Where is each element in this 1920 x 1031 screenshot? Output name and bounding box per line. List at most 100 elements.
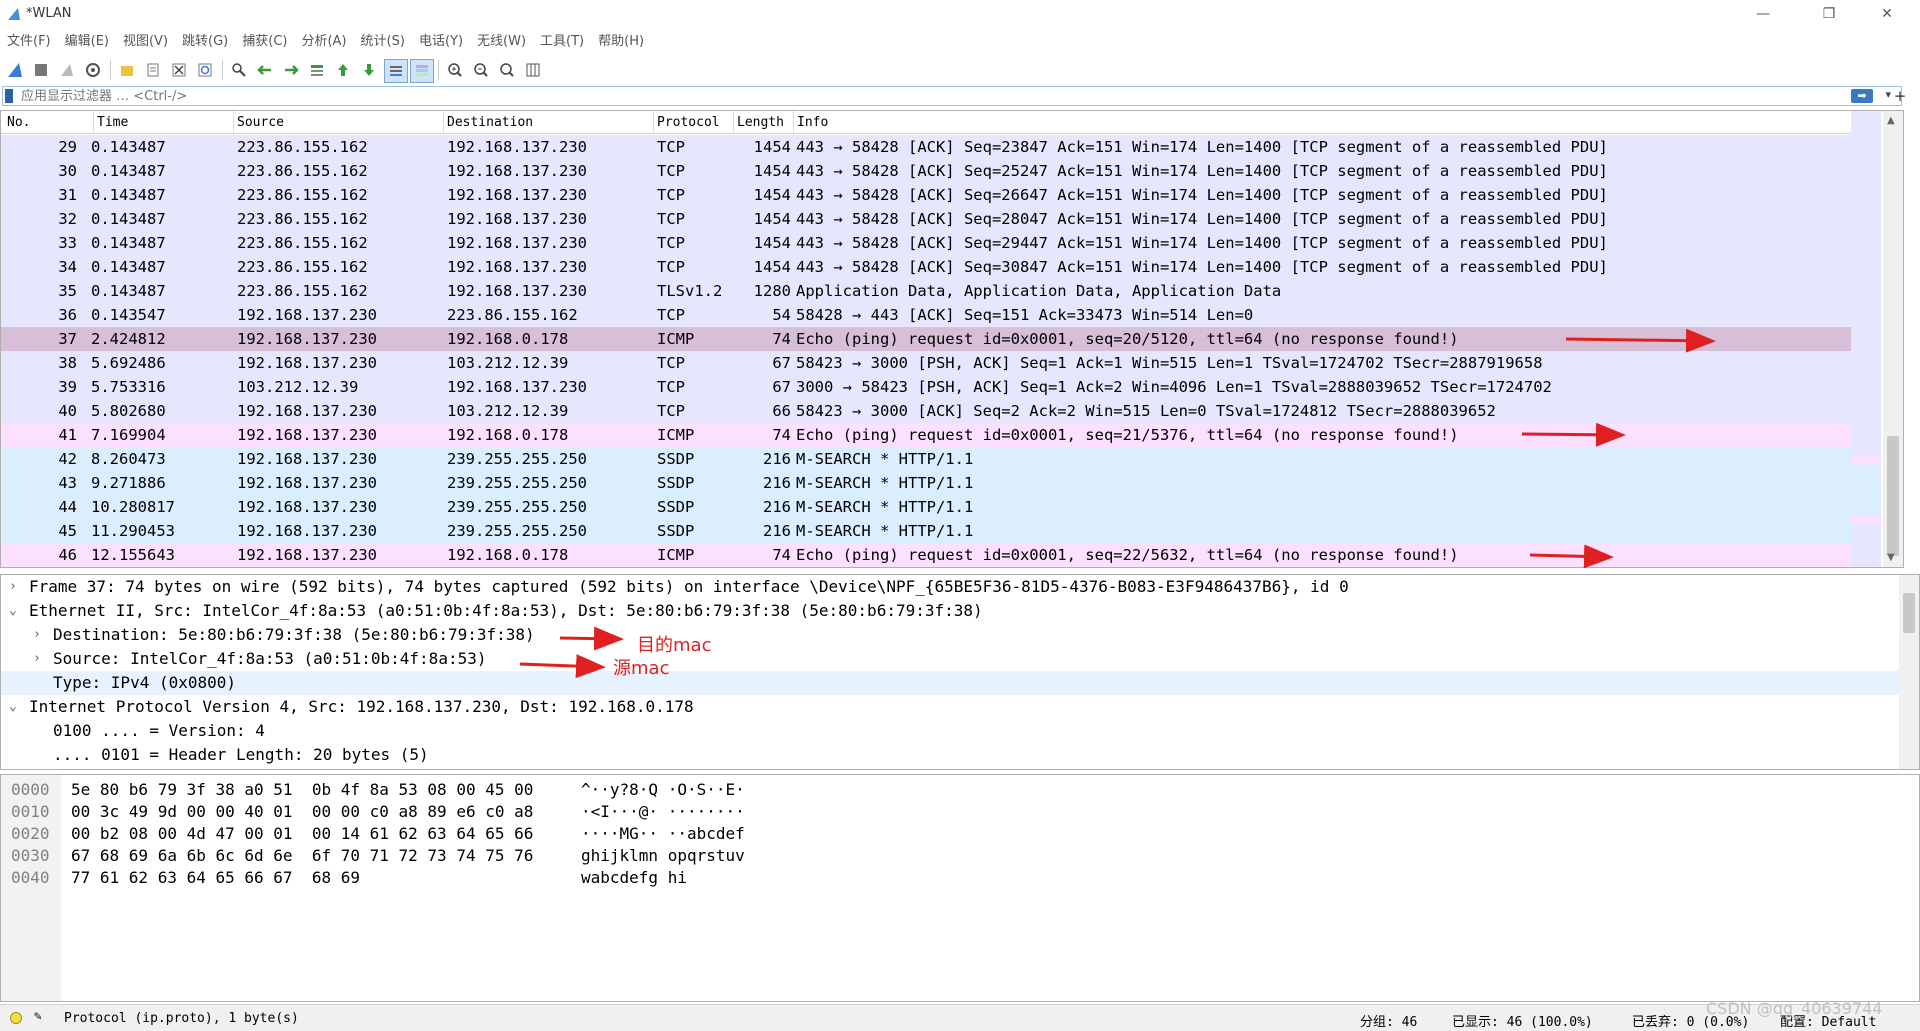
packet-row[interactable]: 41 7.169904 192.168.137.230 192.168.0.178 IC… (1, 423, 1871, 447)
packet-row[interactable]: 37 2.424812 192.168.137.230 192.168.0.178 IC… (1, 327, 1871, 351)
menu-capture[interactable]: 捕获(C) (235, 30, 294, 54)
scroll-up-icon[interactable]: ▲ (1887, 115, 1895, 126)
menu-wireless[interactable]: 无线(W) (470, 30, 533, 54)
column-header-destination[interactable]: Destination (447, 115, 533, 130)
add-filter-button-icon[interactable]: + (1890, 86, 1910, 106)
details-scroll-thumb[interactable] (1903, 593, 1915, 633)
packet-info: Application Data, Application Data, Appl… (796, 282, 1282, 300)
packet-row[interactable]: 29 0.143487 223.86.155.162 192.168.137.230 T… (1, 135, 1871, 159)
bytes-row[interactable]: 0010 00 3c 49 9d 00 00 40 01 00 00 c0 a8 … (1, 801, 1001, 823)
display-filter-bar: ➡ ▾ (2, 86, 1902, 106)
detail-row[interactable]: ⌄ Ethernet II, Src: IntelCor_4f:8a:53 (a0… (1, 599, 1901, 623)
open-file-icon[interactable] (116, 59, 138, 81)
zoom-out-icon[interactable] (470, 59, 492, 81)
bytes-row[interactable]: 0000 5e 80 b6 79 3f 38 a0 51 0b 4f 8a 53 … (1, 779, 1001, 801)
column-header-no[interactable]: No. (7, 115, 30, 130)
column-header-protocol[interactable]: Protocol (657, 115, 720, 130)
packet-row[interactable]: 40 5.802680 192.168.137.230 103.212.12.39 TC… (1, 399, 1871, 423)
menu-edit[interactable]: 编辑(E) (58, 30, 116, 54)
collapsed-icon[interactable]: › (33, 623, 41, 647)
packet-row[interactable]: 42 8.260473 192.168.137.230 239.255.255.250… (1, 447, 1871, 471)
packet-row[interactable]: 33 0.143487 223.86.155.162 192.168.137.230 T… (1, 231, 1871, 255)
close-icon[interactable]: ✕ (1864, 0, 1910, 28)
bytes-row[interactable]: 0030 67 68 69 6a 6b 6c 6d 6e 6f 70 71 72 … (1, 845, 1001, 867)
detail-row[interactable]: Type: IPv4 (0x0800) (1, 671, 1901, 695)
packet-row[interactable]: 35 0.143487 223.86.155.162 192.168.137.230 T… (1, 279, 1871, 303)
packet-row[interactable]: 43 9.271886 192.168.137.230 239.255.255.250… (1, 471, 1871, 495)
go-forward-icon[interactable] (280, 59, 302, 81)
scroll-down-icon[interactable]: ▼ (1887, 552, 1895, 563)
expanded-icon[interactable]: ⌄ (9, 599, 17, 623)
packet-time: 0.143487 (91, 162, 166, 180)
capture-options-icon[interactable] (82, 59, 104, 81)
detail-row[interactable]: › Destination: 5e:80:b6:79:3f:38 (5e:80:b… (1, 623, 1901, 647)
go-last-packet-icon[interactable] (358, 59, 380, 81)
packet-row[interactable]: 34 0.143487 223.86.155.162 192.168.137.230 T… (1, 255, 1871, 279)
column-header-source[interactable]: Source (237, 115, 284, 130)
bytes-row[interactable]: 0020 00 b2 08 00 4d 47 00 01 00 14 61 62 … (1, 823, 1001, 845)
column-header-info[interactable]: Info (797, 115, 828, 130)
restart-capture-icon[interactable] (56, 59, 78, 81)
packet-list-scrollbar[interactable]: ▲ ▼ (1883, 111, 1903, 567)
packet-row[interactable]: 38 5.692486 192.168.137.230 103.212.12.39 TC… (1, 351, 1871, 375)
collapsed-icon[interactable]: › (33, 647, 41, 671)
display-filter-input[interactable] (21, 87, 1821, 105)
packet-list-scroll-thumb[interactable] (1887, 436, 1899, 556)
menu-help[interactable]: 帮助(H) (591, 30, 651, 54)
find-packet-icon[interactable] (228, 59, 250, 81)
detail-row[interactable]: 0100 .... = Version: 4 (1, 719, 1901, 743)
expert-info-icon[interactable] (10, 1012, 22, 1024)
packet-row[interactable]: 46 12.155643 192.168.137.230 192.168.0.178 I… (1, 543, 1871, 567)
packet-protocol: TCP (657, 354, 685, 372)
packet-row[interactable]: 30 0.143487 223.86.155.162 192.168.137.230 T… (1, 159, 1871, 183)
zoom-normal-icon[interactable] (496, 59, 518, 81)
menu-file[interactable]: 文件(F) (0, 30, 58, 54)
menu-tools[interactable]: 工具(T) (533, 30, 591, 54)
detail-row[interactable]: › Frame 37: 74 bytes on wire (592 bits), … (1, 575, 1901, 599)
menu-go[interactable]: 跳转(G) (175, 30, 235, 54)
auto-scroll-icon[interactable] (384, 59, 408, 83)
bytes-row[interactable]: 0040 77 61 62 63 64 65 66 67 68 69 wabcdef… (1, 867, 1001, 889)
zoom-in-icon[interactable] (444, 59, 466, 81)
packet-minimap[interactable] (1851, 111, 1881, 567)
expanded-icon[interactable]: ⌄ (9, 695, 17, 719)
colorize-icon[interactable] (410, 59, 434, 83)
packet-no: 42 (58, 450, 77, 468)
go-back-icon[interactable] (254, 59, 276, 81)
packet-row[interactable]: 45 11.290453 192.168.137.230 239.255.255.25… (1, 519, 1871, 543)
details-scrollbar[interactable] (1899, 575, 1919, 769)
go-to-packet-icon[interactable] (306, 59, 328, 81)
stop-capture-icon[interactable] (30, 59, 52, 81)
resize-columns-icon[interactable] (522, 59, 544, 81)
reload-file-icon[interactable] (194, 59, 216, 81)
status-displayed: 已显示: 46 (100.0%) (1452, 1015, 1593, 1030)
column-header-length[interactable]: Length (737, 115, 784, 130)
detail-row[interactable]: .... 0101 = Header Length: 20 bytes (5) (1, 743, 1901, 767)
packet-row[interactable]: 44 10.280817 192.168.137.230 239.255.255.25… (1, 495, 1871, 519)
column-header-time[interactable]: Time (97, 115, 128, 130)
packet-info: 443 → 58428 [ACK] Seq=28047 Ack=151 Win=… (796, 210, 1608, 228)
minimize-icon[interactable]: — (1740, 0, 1786, 28)
menu-analyze[interactable]: 分析(A) (294, 30, 353, 54)
packet-row[interactable]: 32 0.143487 223.86.155.162 192.168.137.230 T… (1, 207, 1871, 231)
close-file-icon[interactable] (168, 59, 190, 81)
packet-info: 3000 → 58423 [PSH, ACK] Seq=1 Ack=2 Win=… (796, 378, 1552, 396)
capture-comment-icon[interactable]: ✎ (34, 1009, 42, 1024)
start-capture-icon[interactable] (4, 59, 26, 81)
packet-row[interactable]: 36 0.143547 192.168.137.230 223.86.155.162 T… (1, 303, 1871, 327)
menu-view[interactable]: 视图(V) (116, 30, 175, 54)
packet-source: 192.168.137.230 (237, 354, 377, 372)
packet-source: 223.86.155.162 (237, 282, 368, 300)
packet-row[interactable]: 39 5.753316 103.212.12.39 192.168.137.230 TC… (1, 375, 1871, 399)
detail-row[interactable]: › Source: IntelCor_4f:8a:53 (a0:51:0b:4f:… (1, 647, 1901, 671)
save-file-icon[interactable] (142, 59, 164, 81)
go-first-packet-icon[interactable] (332, 59, 354, 81)
menu-telephony[interactable]: 电话(Y) (412, 30, 470, 54)
packet-row[interactable]: 31 0.143487 223.86.155.162 192.168.137.230 T… (1, 183, 1871, 207)
menu-statistics[interactable]: 统计(S) (354, 30, 412, 54)
bookmark-icon[interactable] (5, 89, 13, 103)
apply-filter-icon[interactable]: ➡ (1851, 89, 1873, 103)
collapsed-icon[interactable]: › (9, 575, 17, 599)
detail-row[interactable]: ⌄ Internet Protocol Version 4, Src: 192.1… (1, 695, 1901, 719)
restore-icon[interactable]: ❐ (1806, 0, 1852, 28)
